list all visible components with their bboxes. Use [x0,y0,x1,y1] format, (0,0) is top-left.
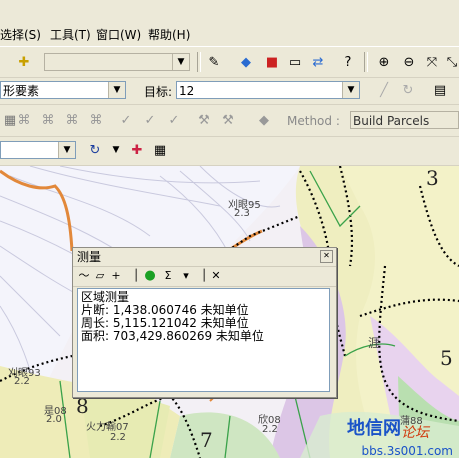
fixed-zoom-out-icon[interactable]: ⤡ [442,52,459,72]
add-point-icon[interactable]: ✚ [127,140,147,160]
merge-icon[interactable]: ⌘ [38,110,58,130]
map-label: 2.0 [46,414,62,425]
measure-line-icon[interactable]: 〜 [77,269,91,283]
fixed-zoom-in-icon[interactable]: ⤧ [422,52,442,72]
measure-area-icon[interactable]: ▱ [93,269,107,283]
rotate-tool-icon[interactable]: ↻ [85,140,105,160]
separator [197,52,201,72]
chevron-down-icon: ▼ [342,82,359,98]
join-icon[interactable]: ⌘ [14,110,34,130]
tools-icon[interactable]: ⚒ [194,110,214,130]
map-label: 火力輸07 [86,422,129,433]
chevron-down-icon: ▼ [58,142,75,158]
menu-help[interactable]: 帮助(H) [148,26,190,43]
editor-pencil-icon[interactable]: ✎ [204,52,224,72]
whats-this-icon[interactable]: ? [338,52,358,72]
menu-window[interactable]: 窗口(W) [96,26,141,43]
target-label: 目标: [144,85,173,99]
arcmap-icon[interactable]: ◆ [236,52,256,72]
add-data-icon[interactable]: ✚ [14,52,34,72]
parcel-toolbar: ▦ ⌘ ⌘ ⌘ ⌘ ✓ ✓ ✓ ⚒ ⚒ ◆ Method : Build Par… [0,106,459,137]
map-label: 涯 [368,336,381,350]
editor-toolbar: 形要素 ▼ 目标: 12 ▼ ╱ ↻ ▤ [0,78,459,105]
rotate-icon[interactable]: ↻ [398,80,418,100]
point-icon[interactable]: ◆ [254,110,274,130]
layer-combo[interactable]: 形要素 ▼ [0,81,126,99]
menu-tools[interactable]: 工具(T) [50,26,91,43]
font-combo[interactable]: ▼ [0,141,76,159]
check-icon[interactable]: ✓ [164,110,184,130]
separator [364,52,368,72]
menu-bar: 选择(S) 工具(T) 窗口(W) 帮助(H) [0,22,459,47]
map-label: 2.3 [234,208,250,219]
menu-select[interactable]: 选择(S) [0,26,41,43]
check-icon[interactable]: ✓ [140,110,160,130]
model-builder-icon[interactable]: ⇄ [308,52,328,72]
map-label: 2.2 [14,376,30,387]
method-combo[interactable]: Build Parcels [350,111,459,129]
method-value: Build Parcels [353,114,430,128]
watermark-cn: 论坛 [401,425,429,441]
map-label: 2.2 [262,424,278,435]
sum-icon[interactable]: Σ [161,269,175,283]
check-icon[interactable]: ✓ [116,110,136,130]
zoom-in-icon[interactable]: ⊕ [374,52,394,72]
scale-combo[interactable]: ▼ [44,53,190,71]
units-dropdown-icon[interactable]: ▾ [179,269,193,283]
target-value: 12 [179,84,195,98]
adjust-icon[interactable]: ⌘ [86,110,106,130]
table-icon[interactable]: ▦ [150,140,170,160]
grid-separator: │ [132,269,140,282]
measure-feature-icon[interactable]: + [109,269,123,283]
chevron-down-icon: ▼ [172,54,189,70]
parcel-number: 5 [440,346,453,370]
show-total-icon[interactable]: ● [143,269,157,283]
watermark-brand: 地信网 [347,418,401,439]
measure-toolbar: 〜 ▱ + │ ● Σ ▾ │ ✕ [73,267,336,287]
method-label: Method : [287,114,340,128]
close-icon[interactable]: ✕ [320,250,333,263]
standard-toolbar: ✚ ▼ ✎ ◆ ■ ▭ ⇄ ? ⊕ ⊖ ⤧ ⤡ [0,46,459,78]
attributes-icon[interactable]: ▤ [430,80,450,100]
zoom-out-icon[interactable]: ⊖ [399,52,419,72]
split-icon[interactable]: ⌘ [62,110,82,130]
sketch-tool-icon[interactable]: ╱ [374,80,394,100]
drawing-toolbar: ▼ ↻ ▼ ✚ ▦ [0,137,459,166]
measure-titlebar[interactable]: 测量 ✕ [73,248,336,267]
chevron-down-icon: ▼ [108,82,125,98]
layer-value: 形要素 [3,84,40,98]
measure-dialog: 测量 ✕ 〜 ▱ + │ ● Σ ▾ │ ✕ 区域测量 片断: 1,438.06… [72,247,337,398]
toolbox-icon[interactable]: ■ [262,52,282,72]
measure-area: 面积: 703,429.860269 未知单位 [81,329,264,343]
target-combo[interactable]: 12 ▼ [176,81,360,99]
measure-results: 区域测量 片断: 1,438.060746 未知单位 周长: 5,115.121… [77,288,330,392]
command-window-icon[interactable]: ▭ [285,52,305,72]
measure-title: 测量 [77,250,102,264]
map-label: 2.2 [110,432,126,443]
tools-icon[interactable]: ⚒ [218,110,238,130]
clear-icon[interactable]: ✕ [209,269,223,283]
chevron-down-icon[interactable]: ▼ [106,140,126,160]
watermark-url: bbs.3s001.com [361,444,453,458]
parcel-number: 7 [200,428,213,452]
parcel-number: 3 [426,166,439,190]
